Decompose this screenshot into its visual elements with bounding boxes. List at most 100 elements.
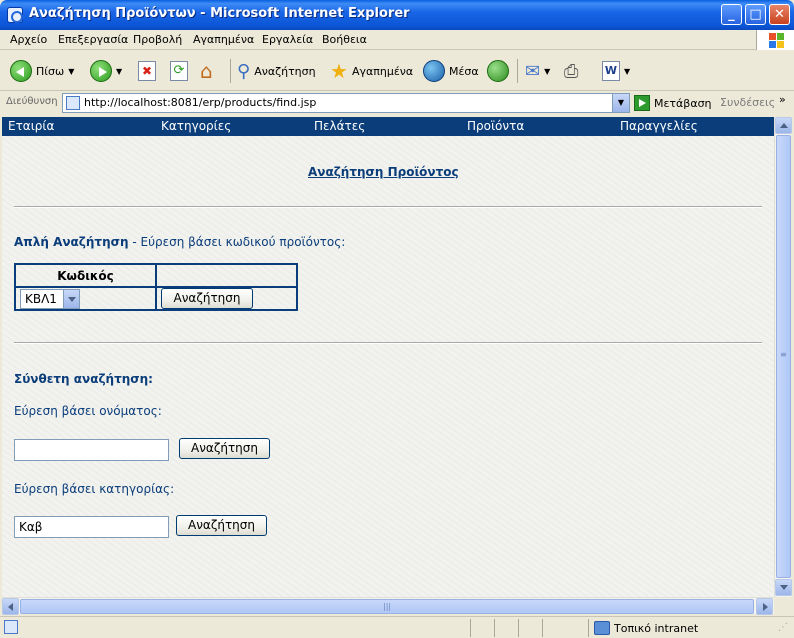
code-select[interactable]: ΚΒΛ1 <box>20 288 80 309</box>
simple-search-heading: Απλή Αναζήτηση <box>14 235 129 249</box>
search-icon: ⚲ <box>237 60 251 82</box>
edit-dropdown-icon[interactable]: ▼ <box>624 67 630 76</box>
history-icon <box>487 60 509 82</box>
scroll-right-button[interactable] <box>756 598 773 615</box>
go-label: Μετάβαση <box>654 96 712 110</box>
address-dropdown-icon[interactable]: ▼ <box>612 94 629 112</box>
status-divider <box>542 619 543 637</box>
links-chevron-icon[interactable]: » <box>779 93 786 106</box>
nav-company[interactable]: Εταιρία <box>8 119 54 133</box>
media-label: Μέσα <box>449 64 479 78</box>
button-cell: Αναζήτηση <box>155 286 298 311</box>
back-label: Πίσω <box>36 64 65 78</box>
search-label: Αναζήτηση <box>254 64 316 78</box>
vertical-scrollbar[interactable]: ≡ <box>774 117 792 597</box>
forward-dropdown-icon[interactable]: ▼ <box>116 67 122 76</box>
address-url: http://localhost:8081/erp/products/find.… <box>84 96 317 109</box>
page-viewport: Εταιρία Κατηγορίες Πελάτες Προϊόντα Παρα… <box>2 117 774 597</box>
minimize-button[interactable]: _ <box>721 4 742 25</box>
home-icon: ⌂ <box>200 59 213 83</box>
links-label[interactable]: Συνδέσεις <box>720 96 775 109</box>
simple-search-intro: Απλή Αναζήτηση - Εύρεση βάσει κωδικού πρ… <box>14 235 345 249</box>
chevron-down-icon[interactable] <box>63 289 79 308</box>
maximize-button[interactable]: □ <box>745 4 766 25</box>
code-select-value: ΚΒΛ1 <box>25 291 57 306</box>
complex-search-heading: Σύνθετη αναζήτηση: <box>14 372 153 386</box>
forward-button[interactable]: ▼ <box>90 59 122 83</box>
search-button[interactable]: ⚲ Αναζήτηση <box>237 59 316 83</box>
back-button[interactable]: Πίσω ▼ <box>10 59 74 83</box>
refresh-icon: ⟳ <box>170 61 188 81</box>
media-globe-icon <box>423 60 445 82</box>
status-divider <box>518 619 519 637</box>
intranet-zone-icon <box>594 621 610 635</box>
vertical-scroll-thumb[interactable]: ≡ <box>776 135 791 578</box>
print-button[interactable]: ⎙ <box>564 59 578 83</box>
horizontal-scroll-thumb[interactable]: ||| <box>20 599 754 614</box>
divider <box>14 206 762 208</box>
media-button[interactable]: Μέσα <box>423 59 479 83</box>
back-arrow-icon <box>10 60 32 82</box>
menu-help[interactable]: Βοήθεια <box>322 33 367 46</box>
category-search-button[interactable]: Αναζήτηση <box>176 515 267 536</box>
menu-file[interactable]: Αρχείο <box>10 33 47 46</box>
refresh-button[interactable]: ⟳ <box>170 59 188 83</box>
stop-icon: ✖ <box>138 61 156 81</box>
favorites-button[interactable]: ★ Αγαπημένα <box>330 59 413 83</box>
address-label: Διεύθυνση <box>6 96 58 107</box>
grip-icon: ≡ <box>780 350 787 359</box>
close-button[interactable]: ✕ <box>769 4 790 25</box>
address-input[interactable]: http://localhost:8081/erp/products/find.… <box>62 93 630 113</box>
window-title: Αναζήτηση Προϊόντων - Microsoft Internet… <box>29 6 410 21</box>
status-divider <box>588 619 589 637</box>
security-zone: Τοπικό intranet <box>614 622 699 635</box>
home-button[interactable]: ⌂ <box>200 59 213 83</box>
toolbar: Πίσω ▼ ▼ ✖ ⟳ ⌂ ⚲ Αναζήτηση ★ Αγαπημένα Μ… <box>0 51 794 91</box>
print-icon: ⎙ <box>564 60 579 82</box>
stop-button[interactable]: ✖ <box>138 59 156 83</box>
mail-dropdown-icon[interactable]: ▼ <box>544 67 550 76</box>
code-search-button[interactable]: Αναζήτηση <box>161 288 253 309</box>
name-search-label: Εύρεση βάσει ονόματος: <box>14 404 162 418</box>
edit-word-button[interactable]: W ▼ <box>602 59 630 83</box>
toolbar-separator <box>230 59 231 83</box>
title-bar: Αναζήτηση Προϊόντων - Microsoft Internet… <box>0 0 794 30</box>
forward-arrow-icon <box>90 60 112 82</box>
nav-products[interactable]: Προϊόντα <box>467 119 524 133</box>
mail-icon: ✉ <box>525 60 541 82</box>
toolbar-separator <box>517 59 518 83</box>
history-button[interactable] <box>487 59 509 83</box>
mail-button[interactable]: ✉ ▼ <box>525 59 550 83</box>
go-button[interactable]: Μετάβαση <box>634 95 712 111</box>
favorites-label: Αγαπημένα <box>351 64 414 78</box>
horizontal-scrollbar[interactable]: ||| <box>2 597 774 615</box>
status-divider <box>470 619 471 637</box>
category-input[interactable]: Καβ <box>14 516 169 538</box>
divider <box>14 342 762 344</box>
status-divider <box>494 619 495 637</box>
nav-categories[interactable]: Κατηγορίες <box>161 119 231 133</box>
page-icon <box>66 96 80 110</box>
nav-customers[interactable]: Πελάτες <box>314 119 365 133</box>
address-bar: Διεύθυνση http://localhost:8081/erp/prod… <box>0 92 794 114</box>
name-input[interactable] <box>14 439 169 461</box>
code-search-table: Κωδικός ΚΒΛ1 Αναζήτηση <box>14 263 298 311</box>
menu-favorites[interactable]: Αγαπημένα <box>193 33 254 46</box>
site-nav: Εταιρία Κατηγορίες Πελάτες Προϊόντα Παρα… <box>2 117 774 136</box>
browser-window: Αναζήτηση Προϊόντων - Microsoft Internet… <box>0 0 794 638</box>
ie-icon <box>7 7 23 23</box>
scroll-up-button[interactable] <box>775 117 792 134</box>
nav-orders[interactable]: Παραγγελίες <box>620 119 698 133</box>
status-bar: Τοπικό intranet ⋰ <box>0 616 794 638</box>
resize-grip-icon[interactable]: ⋰ <box>778 622 788 633</box>
back-dropdown-icon[interactable]: ▼ <box>68 67 74 76</box>
scroll-down-button[interactable] <box>775 579 792 596</box>
page-title[interactable]: Αναζήτηση Προϊόντος <box>308 165 459 179</box>
windows-logo-icon <box>756 30 794 50</box>
menu-edit[interactable]: Επεξεργασία <box>58 33 128 46</box>
menu-view[interactable]: Προβολή <box>133 33 182 46</box>
scroll-left-button[interactable] <box>2 598 19 615</box>
menu-tools[interactable]: Εργαλεία <box>262 33 313 46</box>
name-search-button[interactable]: Αναζήτηση <box>179 438 270 459</box>
scroll-corner <box>774 597 791 614</box>
